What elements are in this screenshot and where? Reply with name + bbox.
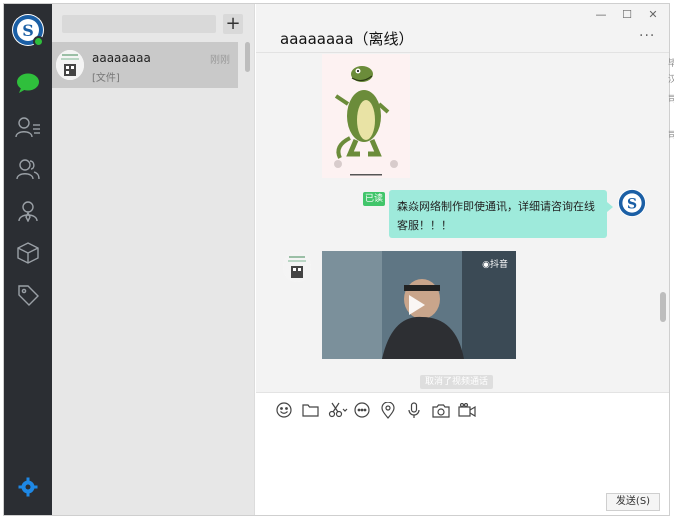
more-options-button[interactable]: ··· (639, 28, 655, 44)
conversation-time: 刚刚 (210, 55, 230, 66)
video-camera-icon[interactable] (458, 401, 476, 419)
online-status-dot (33, 36, 44, 47)
nav-user-button[interactable] (14, 198, 42, 226)
minimize-button[interactable]: — (592, 8, 610, 21)
text-message-bubble[interactable]: 森焱网络制作即使通讯，详细请咨询在线客服！！！ (389, 190, 613, 238)
chat-scrollbar[interactable] (660, 292, 666, 322)
message-input-area[interactable]: 发送(S) (256, 392, 669, 515)
close-button[interactable]: ✕ (644, 8, 662, 21)
image-message[interactable] (322, 54, 410, 178)
contacts-list-icon (15, 116, 41, 141)
nav-contacts-button[interactable] (14, 114, 42, 142)
system-notice: 取消了视频通话 (420, 375, 494, 389)
video-message[interactable]: ◉抖音 (322, 251, 516, 359)
nav-chat-button[interactable] (14, 70, 42, 98)
location-icon[interactable] (379, 401, 397, 419)
add-button[interactable]: + (223, 14, 243, 34)
self-avatar[interactable]: S (618, 189, 646, 217)
group-icon (16, 158, 40, 183)
app-window: S + aaaaaaaa [文件] 刚刚 — ☐ ✕ aaaaaaaa（离线） … (3, 3, 670, 516)
user-icon (17, 200, 39, 225)
video-watermark: ◉抖音 (482, 260, 508, 270)
chat-panel: — ☐ ✕ aaaaaaaa（离线） ··· 已读 森焱网络制作即使通讯，详细请… (256, 4, 669, 515)
list-scrollbar[interactable] (245, 42, 250, 72)
folder-icon[interactable] (301, 401, 319, 419)
send-button[interactable]: 发送(S) (606, 493, 660, 511)
conversation-item[interactable]: aaaaaaaa [文件] 刚刚 (52, 42, 238, 88)
gear-icon (18, 477, 38, 500)
emoji-icon[interactable] (275, 401, 293, 419)
nav-groups-button[interactable] (14, 156, 42, 184)
left-nav: S (4, 4, 52, 515)
nav-apps-button[interactable] (14, 240, 42, 268)
search-input[interactable] (62, 15, 216, 33)
box-icon (17, 241, 39, 267)
conversation-preview: [文件] (92, 73, 120, 84)
microphone-icon[interactable] (405, 401, 423, 419)
edge-text-3: 司 (668, 95, 674, 105)
dinosaur-image (322, 54, 410, 178)
chat-icon (16, 72, 40, 97)
svg-text:S: S (22, 21, 34, 40)
edge-text-2: 汉 (668, 75, 674, 85)
read-status-badge: 已读 (363, 192, 385, 206)
camera-icon[interactable] (432, 401, 450, 419)
maximize-button[interactable]: ☐ (618, 8, 636, 21)
peer-avatar[interactable] (283, 252, 311, 282)
tag-icon (17, 284, 39, 309)
header-divider (256, 52, 669, 53)
chat-title: aaaaaaaa（离线） (280, 30, 414, 48)
settings-button[interactable] (14, 474, 42, 502)
conversation-name: aaaaaaaa (92, 51, 151, 65)
edge-text-4: 司 (668, 131, 674, 141)
nav-tags-button[interactable] (14, 282, 42, 310)
play-icon[interactable] (409, 295, 425, 315)
edge-text-1: 毕 (668, 59, 674, 69)
scissors-icon[interactable] (327, 401, 349, 419)
conversation-list: + aaaaaaaa [文件] 刚刚 (52, 4, 255, 515)
contact-avatar (56, 50, 84, 80)
svg-text:S: S (627, 196, 637, 212)
chat-bubble-icon[interactable] (353, 401, 371, 419)
